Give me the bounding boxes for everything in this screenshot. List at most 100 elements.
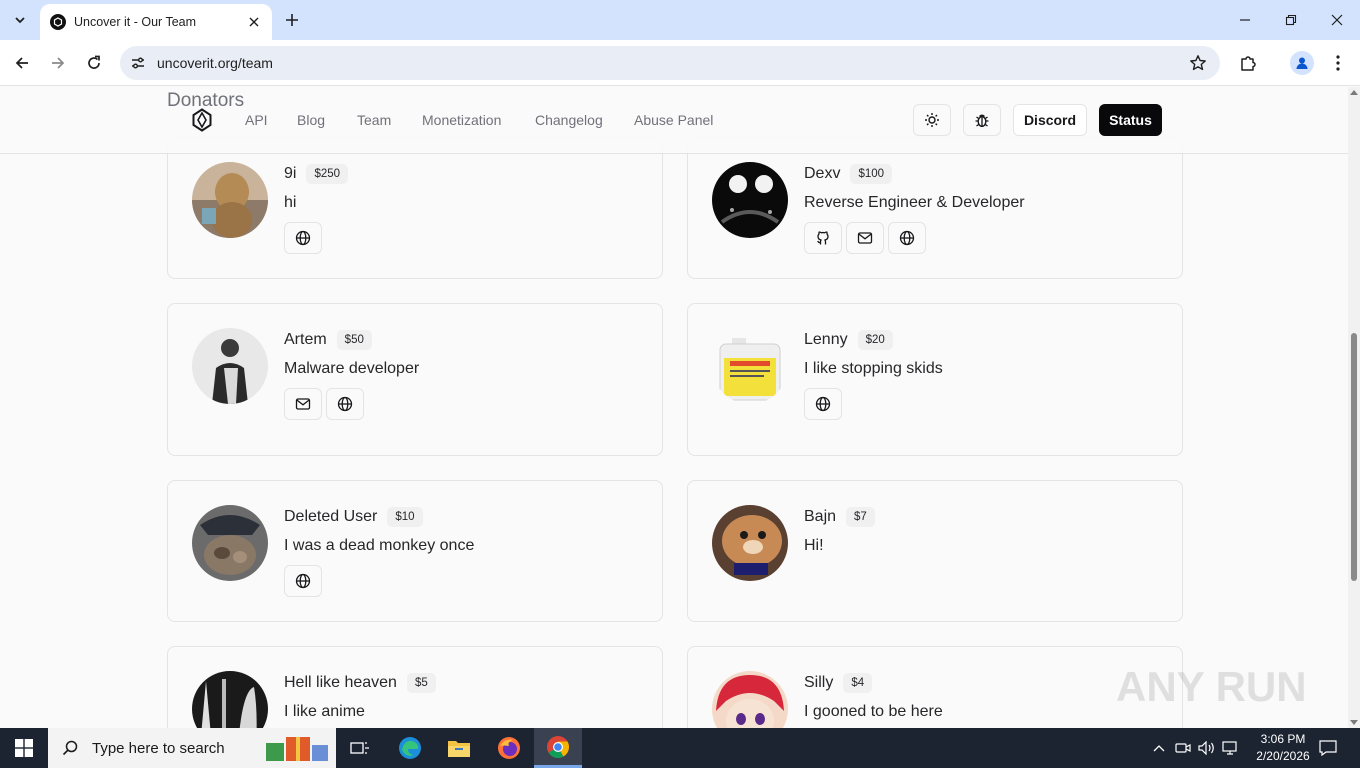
taskbar-search-box[interactable]: Type here to search [48, 728, 336, 768]
arrow-left-icon [15, 57, 28, 69]
profile-button[interactable] [1290, 51, 1314, 75]
new-tab-button[interactable] [282, 10, 302, 30]
donator-name: Artem [284, 331, 327, 348]
website-link-button[interactable] [284, 565, 322, 597]
taskbar-clock[interactable]: 3:06 PM 2/20/2026 [1248, 731, 1318, 765]
discord-button[interactable]: Discord [1013, 104, 1087, 136]
firefox-app-button[interactable] [485, 728, 533, 768]
nav-link-api[interactable]: API [245, 112, 268, 128]
donation-amount-badge: $4 [843, 673, 873, 693]
donator-name: 9i [284, 165, 297, 182]
donation-amount-badge: $20 [857, 330, 893, 350]
donation-amount-badge: $50 [336, 330, 372, 350]
minimize-button[interactable] [1233, 8, 1257, 32]
globe-icon [295, 230, 311, 246]
bug-icon [975, 114, 989, 128]
mail-icon [295, 398, 311, 410]
edge-app-button[interactable] [386, 728, 434, 768]
browser-toolbar: uncoverit.org/team [0, 40, 1360, 86]
restore-button[interactable] [1279, 8, 1303, 32]
scroll-up-arrow-icon[interactable] [1350, 90, 1358, 95]
scrollbar-thumb[interactable] [1351, 333, 1357, 581]
donator-name: Dexv [804, 165, 841, 182]
site-logo-icon[interactable] [191, 108, 213, 132]
donation-amount-badge: $5 [406, 673, 436, 693]
donator-name-row: Silly $4 [804, 673, 873, 693]
donation-amount-badge: $10 [387, 507, 423, 527]
page-scrollbar[interactable] [1348, 87, 1360, 728]
browser-tab[interactable]: Uncover it - Our Team [40, 4, 272, 40]
reload-button[interactable] [82, 51, 106, 75]
start-button[interactable] [0, 728, 48, 768]
donator-name: Hell like heaven [284, 674, 397, 691]
globe-icon [815, 396, 831, 412]
donation-amount-badge: $100 [850, 164, 893, 184]
scroll-down-arrow-icon[interactable] [1350, 720, 1358, 725]
avatar [712, 162, 788, 238]
nav-link-abuse-panel[interactable]: Abuse Panel [634, 112, 713, 128]
chevron-down-icon [15, 17, 25, 24]
donator-links [804, 222, 926, 254]
theme-toggle-button[interactable] [913, 104, 951, 136]
avatar [712, 671, 788, 728]
donator-name-row: Artem $50 [284, 330, 372, 350]
nav-link-team[interactable]: Team [357, 112, 391, 128]
website-link-button[interactable] [804, 388, 842, 420]
nav-link-blog[interactable]: Blog [297, 112, 325, 128]
email-link-button[interactable] [846, 222, 884, 254]
status-button[interactable]: Status [1099, 104, 1162, 136]
website-link-button[interactable] [326, 388, 364, 420]
avatar [192, 328, 268, 404]
notifications-button[interactable] [1316, 728, 1340, 768]
reload-icon [88, 55, 100, 69]
nav-link-changelog[interactable]: Changelog [535, 112, 603, 128]
camera-icon [1175, 743, 1191, 753]
back-button[interactable] [10, 51, 34, 75]
network-button[interactable] [1221, 728, 1241, 768]
notification-icon [1319, 740, 1337, 756]
file-explorer-button[interactable] [435, 728, 483, 768]
address-bar[interactable]: uncoverit.org/team [120, 46, 1220, 80]
avatar [192, 162, 268, 238]
browser-menu-button[interactable] [1326, 51, 1350, 75]
github-link-button[interactable] [804, 222, 842, 254]
tab-search-button[interactable] [8, 8, 32, 32]
donator-card: Hell like heaven $5 I like anime [167, 646, 663, 728]
website-link-button[interactable] [284, 222, 322, 254]
chrome-app-button[interactable] [534, 728, 582, 768]
close-window-button[interactable] [1325, 8, 1349, 32]
close-tab-icon[interactable] [246, 14, 262, 30]
folder-icon [448, 741, 470, 757]
site-info-icon[interactable] [126, 51, 150, 75]
arrow-right-icon [52, 57, 65, 69]
report-bug-button[interactable] [963, 104, 1001, 136]
bookmark-star-icon[interactable] [1186, 51, 1210, 75]
svg-text:ANY RUN: ANY RUN [1116, 663, 1307, 710]
browser-tab-strip: Uncover it - Our Team [0, 0, 1360, 40]
donator-name: Lenny [804, 331, 848, 348]
task-view-button[interactable] [336, 728, 384, 768]
donator-links [284, 222, 322, 254]
avatar [192, 505, 268, 581]
play-logo-icon: ANY RUN [1116, 663, 1307, 710]
donator-card: Deleted User $10 I was a dead monkey onc… [167, 480, 663, 622]
windows-taskbar: Type here to search 3:06 PM 2/20/2026 [0, 728, 1360, 768]
volume-button[interactable] [1197, 728, 1217, 768]
url-text[interactable]: uncoverit.org/team [157, 55, 1186, 71]
donator-description: Malware developer [284, 360, 420, 377]
github-icon [817, 231, 829, 245]
website-link-button[interactable] [888, 222, 926, 254]
clock-time: 3:06 PM [1260, 732, 1306, 746]
donator-description: I like stopping skids [804, 360, 943, 377]
search-icon [62, 740, 78, 756]
donator-name-row: Hell like heaven $5 [284, 673, 436, 693]
email-link-button[interactable] [284, 388, 322, 420]
nav-link-monetization[interactable]: Monetization [422, 112, 501, 128]
globe-icon [295, 573, 311, 589]
donators-grid: 9i $250 hi Dexv $100 Reverse Engineer & … [0, 87, 1348, 728]
show-hidden-icons-button[interactable] [1150, 728, 1168, 768]
meet-now-button[interactable] [1174, 728, 1192, 768]
forward-button[interactable] [46, 51, 70, 75]
extensions-button[interactable] [1236, 51, 1260, 75]
donator-description: hi [284, 194, 297, 211]
